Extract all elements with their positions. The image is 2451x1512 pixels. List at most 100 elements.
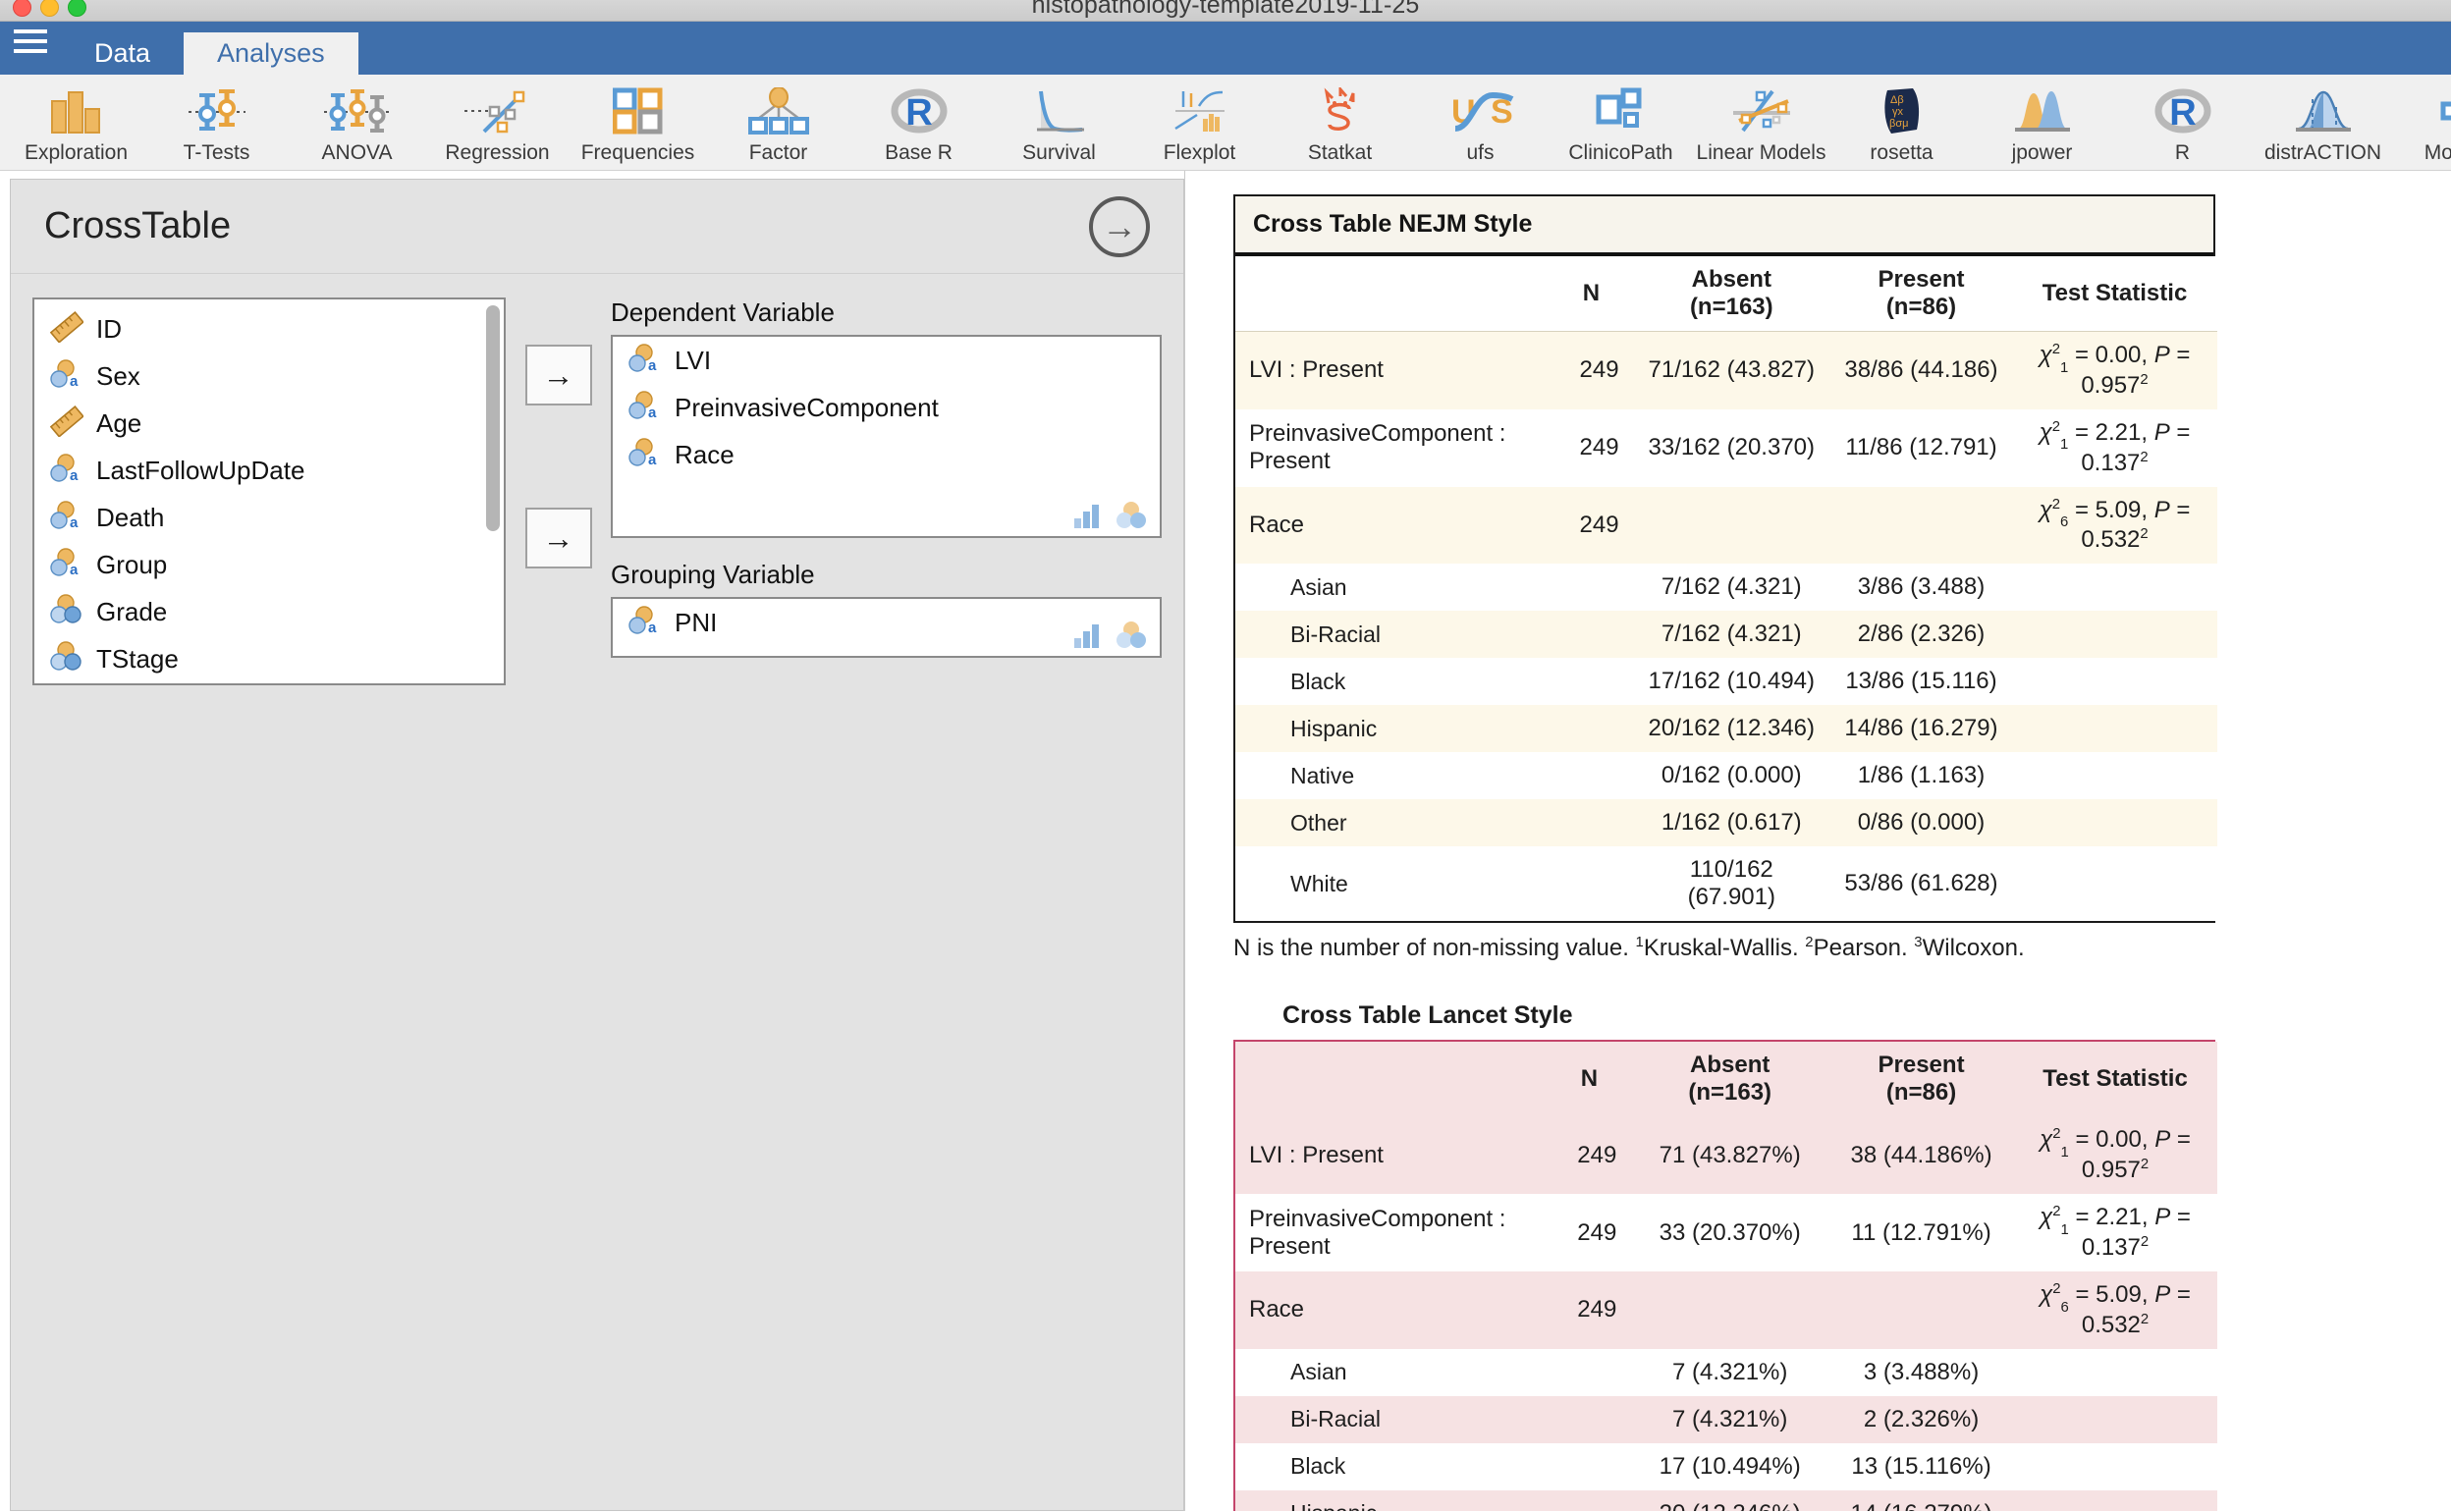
row-present: 3 (3.488%): [1829, 1349, 2013, 1396]
variable-name: ID: [96, 314, 122, 345]
toolbar-item-survival[interactable]: Survival: [989, 75, 1129, 165]
lancet-table-caption: Cross Table Lancet Style: [1233, 1001, 2215, 1040]
table-row: Native0/162 (0.000)1/86 (1.163): [1235, 752, 2217, 799]
toolbar-label: Regression: [445, 141, 549, 165]
toolbar-label: T-Tests: [184, 141, 250, 165]
toolbar-item-linear-models[interactable]: Linear Models: [1691, 75, 1831, 165]
available-variable-item[interactable]: aDeath: [34, 494, 504, 541]
lancet-col-present-sub: (n=86): [1843, 1079, 1999, 1107]
available-variables-list[interactable]: ID aSexAgeaLastFollowUpDateaDeathaGroupGr…: [32, 297, 506, 685]
toolbar-item-modules[interactable]: Modules: [2393, 75, 2451, 165]
linear-models-icon: [1729, 82, 1794, 139]
page-title: CrossTable: [44, 205, 231, 247]
nominal-text-icon: a: [628, 605, 662, 636]
grouping-variable-box[interactable]: aPNI: [611, 597, 1162, 658]
toolbar-item-flexplot[interactable]: Flexplot: [1129, 75, 1270, 165]
svg-text:γx: γx: [1892, 106, 1904, 118]
row-test-statistic: [2013, 1490, 2217, 1511]
nejm-col-present: Present (n=86): [1830, 256, 2012, 332]
table-row: Black17 (10.494%)13 (15.116%): [1235, 1443, 2217, 1490]
row-n: 249: [1549, 1271, 1631, 1349]
row-label: Hispanic: [1235, 705, 1550, 752]
toolbar-item-clinicopath[interactable]: ClinicoPath: [1551, 75, 1691, 165]
toolbar-item-ttests[interactable]: T-Tests: [146, 75, 287, 165]
toolbar-item-distraction[interactable]: distrACTION: [2253, 75, 2393, 165]
toolbar-item-jpower[interactable]: jpower: [1972, 75, 2112, 165]
nominal-text-icon: a: [628, 437, 662, 468]
nejm-header-row: N Absent (n=163) Present (n=86) Test Sta…: [1235, 256, 2217, 332]
dependent-variable-box[interactable]: aLVIaPreinvasiveComponentaRace: [611, 335, 1162, 538]
row-absent: 110/162 (67.901): [1633, 846, 1830, 921]
available-variable-item[interactable]: Grade: [34, 588, 504, 635]
dependent-variable-item[interactable]: aRace: [613, 431, 1160, 478]
toolbar-item-rosetta[interactable]: Δβ γx βσμ rosetta: [1831, 75, 1972, 165]
table-row: White110/162 (67.901)53/86 (61.628): [1235, 846, 2217, 921]
variable-type-icon: a: [50, 500, 83, 536]
row-test-statistic: [2013, 1349, 2217, 1396]
toolbar-item-statkat[interactable]: Statkat: [1270, 75, 1410, 165]
footnote-mark: 1Kruskal-Wallis.: [1636, 935, 1806, 961]
arrow-right-circle-icon[interactable]: →: [1089, 196, 1150, 257]
r-logo-icon: R: [2154, 82, 2211, 139]
row-absent: 71/162 (43.827): [1633, 332, 1830, 409]
analysis-options-panel: CrossTable → IDaSexAgeaLastFollowUpDatea…: [10, 179, 1184, 1511]
survival-curve-icon: [1031, 82, 1088, 139]
available-variable-item[interactable]: aGroup: [34, 541, 504, 588]
chi-square-statistic: χ21 = 0.00, P =: [2040, 342, 2191, 368]
row-test-statistic: [2013, 1443, 2217, 1490]
row-n: [1550, 846, 1632, 921]
nominal-icon: [50, 641, 83, 673]
toolbar-label: distrACTION: [2264, 141, 2381, 165]
toolbar-item-factor[interactable]: Factor: [708, 75, 848, 165]
rosetta-stone-icon: Δβ γx βσμ: [1879, 82, 1925, 139]
toolbar-label: Linear Models: [1697, 141, 1826, 165]
svg-text:a: a: [648, 357, 657, 374]
variable-name: TStage: [96, 644, 179, 675]
available-variable-item[interactable]: Age: [34, 400, 504, 447]
assign-grouping-button[interactable]: →: [525, 508, 592, 568]
row-label: Asian: [1235, 1349, 1549, 1396]
available-variable-item[interactable]: TStage: [34, 635, 504, 682]
row-test-statistic: χ21 = 2.21, P = 0.1372: [2012, 409, 2217, 487]
dependent-variable-item[interactable]: aLVI: [613, 337, 1160, 384]
panel-splitter[interactable]: [1184, 171, 1198, 1511]
table-row: Race249χ26 = 5.09, P = 0.5322: [1235, 1271, 2217, 1349]
toolbar-item-r[interactable]: R R: [2112, 75, 2253, 165]
normal-curve-icon: [2293, 82, 2354, 139]
lancet-table-block: Cross Table Lancet Style N Absent (n=163…: [1233, 1001, 2215, 1511]
toolbar-item-frequencies[interactable]: Frequencies: [568, 75, 708, 165]
row-label: PreinvasiveComponent : Present: [1235, 409, 1550, 487]
toolbar-item-ufs[interactable]: U S ufs: [1410, 75, 1551, 165]
table-row: Race249χ26 = 5.09, P = 0.5322: [1235, 487, 2217, 565]
nominal-text-icon: a: [50, 358, 83, 390]
nominal-text-icon: a: [50, 453, 83, 484]
toolbar-item-exploration[interactable]: Exploration: [6, 75, 146, 165]
p-value: 0.1372: [2082, 1234, 2149, 1261]
chi-square-statistic: χ21 = 2.21, P =: [2040, 419, 2191, 446]
toolbar-item-base-r[interactable]: R Base R: [848, 75, 989, 165]
dependent-variable-item[interactable]: aPreinvasiveComponent: [613, 384, 1160, 431]
row-label: Bi-Racial: [1235, 1396, 1549, 1443]
row-n: 249: [1550, 332, 1632, 409]
toolbar-item-regression[interactable]: Regression: [427, 75, 568, 165]
two-errorbars-icon: [187, 82, 247, 139]
row-present: 13/86 (15.116): [1830, 658, 2012, 705]
table-row: Bi-Racial7/162 (4.321)2/86 (2.326): [1235, 611, 2217, 658]
table-row: Asian7/162 (4.321)3/86 (3.488): [1235, 564, 2217, 611]
lancet-table-body: LVI : Present24971 (43.827%)38 (44.186%)…: [1235, 1116, 2217, 1511]
available-variable-item[interactable]: ID: [34, 305, 504, 352]
tab-data[interactable]: Data: [61, 32, 184, 75]
nominal-text-icon: a: [628, 390, 662, 421]
tab-analyses[interactable]: Analyses: [184, 32, 358, 75]
available-variable-item[interactable]: aLastFollowUpDate: [34, 447, 504, 494]
toolbar-item-anova[interactable]: ANOVA: [287, 75, 427, 165]
row-label: White: [1235, 846, 1550, 921]
variables-scrollbar[interactable]: [486, 305, 500, 531]
ribbon-tabbar: Data Analyses: [0, 22, 2451, 75]
hamburger-menu-icon[interactable]: [0, 22, 61, 75]
row-present: 38/86 (44.186): [1830, 332, 2012, 409]
assign-dependent-button[interactable]: →: [525, 345, 592, 405]
row-absent: 20 (12.346%): [1630, 1490, 1829, 1511]
available-variable-item[interactable]: aSex: [34, 352, 504, 400]
row-present: 14 (16.279%): [1829, 1490, 2013, 1511]
